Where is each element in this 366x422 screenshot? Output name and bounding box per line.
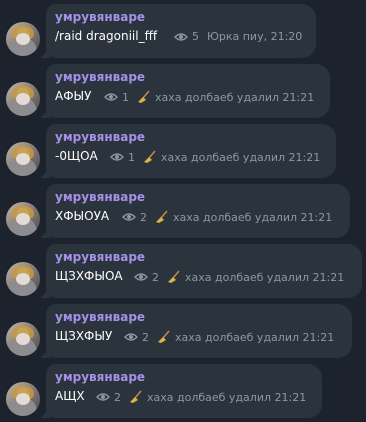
chat-history: умрувянваре /raid dragoniil_fff 5 Юрка п… [0,0,366,422]
message-bubble[interactable]: умрувянваре ХФЫОУА 2 хаха долбаеб удалил… [46,184,350,238]
avatar[interactable] [6,202,40,236]
message-footer: хаха долбаеб удалил 21:21 [175,330,335,344]
message-meta: 1 хаха долбаеб удалил 21:21 [104,90,314,104]
message-text: ЩЗХФЫОА [55,269,123,283]
message-author[interactable]: умрувянваре [55,250,145,264]
avatar[interactable] [6,22,40,56]
message-meta: 5 Юрка пиу, 21:20 [174,30,302,43]
message-author[interactable]: умрувянваре [55,130,145,144]
message-meta: 2 хаха долбаеб удалил 21:21 [134,270,344,284]
message-bubble[interactable]: умрувянваре /raid dragoniil_fff 5 Юрка п… [46,4,316,58]
message-bubble[interactable]: умрувянваре ЩЗХФЫОА 2 хаха долбаеб удали… [46,244,362,298]
avatar[interactable] [6,142,40,176]
message-author[interactable]: умрувянваре [55,190,145,204]
view-count: 2 [152,270,159,284]
message-text: ХФЫОУА [55,209,110,223]
message-author[interactable]: умрувянваре [55,370,145,384]
eye-icon [124,333,138,341]
eye-icon [96,393,110,401]
message-footer: хаха долбаеб удалил 21:21 [173,210,333,224]
message-bubble[interactable]: умрувянваре -0ЩОА 1 хаха долбаеб удалил … [46,124,336,178]
message-author[interactable]: умрувянваре [55,10,145,24]
broom-icon [144,150,156,163]
broom-icon [168,270,180,283]
broom-icon [130,390,142,403]
message-footer: хаха долбаеб удалил 21:21 [185,270,345,284]
message-meta: 2 хаха долбаеб удалил 21:21 [122,210,332,224]
message-meta: 2 хаха долбаеб удалил 21:21 [96,390,306,404]
message-footer: хаха долбаеб удалил 21:21 [155,90,315,104]
message-bubble[interactable]: умрувянваре ЩЗХФЫУ 2 хаха долбаеб удалил… [46,304,352,358]
avatar[interactable] [6,382,40,416]
broom-icon [138,90,150,103]
avatar[interactable] [6,262,40,296]
message-meta: 2 хаха долбаеб удалил 21:21 [124,330,334,344]
eye-icon [174,32,188,41]
message-meta: 1 хаха долбаеб удалил 21:21 [110,150,320,164]
eye-icon [110,153,124,161]
message-text: ЩЗХФЫУ [55,329,113,343]
avatar[interactable] [6,322,40,356]
broom-icon [158,330,170,343]
view-count: 1 [128,150,135,164]
view-count: 2 [114,390,121,404]
view-count: 2 [142,330,149,344]
message-author[interactable]: умрувянваре [55,310,145,324]
message-bubble[interactable]: умрувянваре АЩХ 2 хаха долбаеб удалил 21… [46,364,322,418]
eye-icon [134,273,148,281]
message-author[interactable]: умрувянваре [55,70,145,84]
message-text: АЩХ [55,389,85,403]
view-count: 5 [192,30,199,43]
message-bubble[interactable]: умрувянваре АФЫУ 1 хаха долбаеб удалил 2… [46,64,330,118]
message-text: АФЫУ [55,89,92,103]
message-footer: хаха долбаеб удалил 21:21 [147,390,307,404]
view-count: 2 [140,210,147,224]
avatar[interactable] [6,82,40,116]
view-count: 1 [122,90,129,104]
message-footer: Юрка пиу, 21:20 [207,30,303,43]
message-text: -0ЩОА [55,149,98,163]
eye-icon [122,213,136,221]
eye-icon [104,93,118,101]
message-footer: хаха долбаеб удалил 21:21 [161,150,321,164]
message-text: /raid dragoniil_fff [55,29,158,43]
broom-icon [156,210,168,223]
